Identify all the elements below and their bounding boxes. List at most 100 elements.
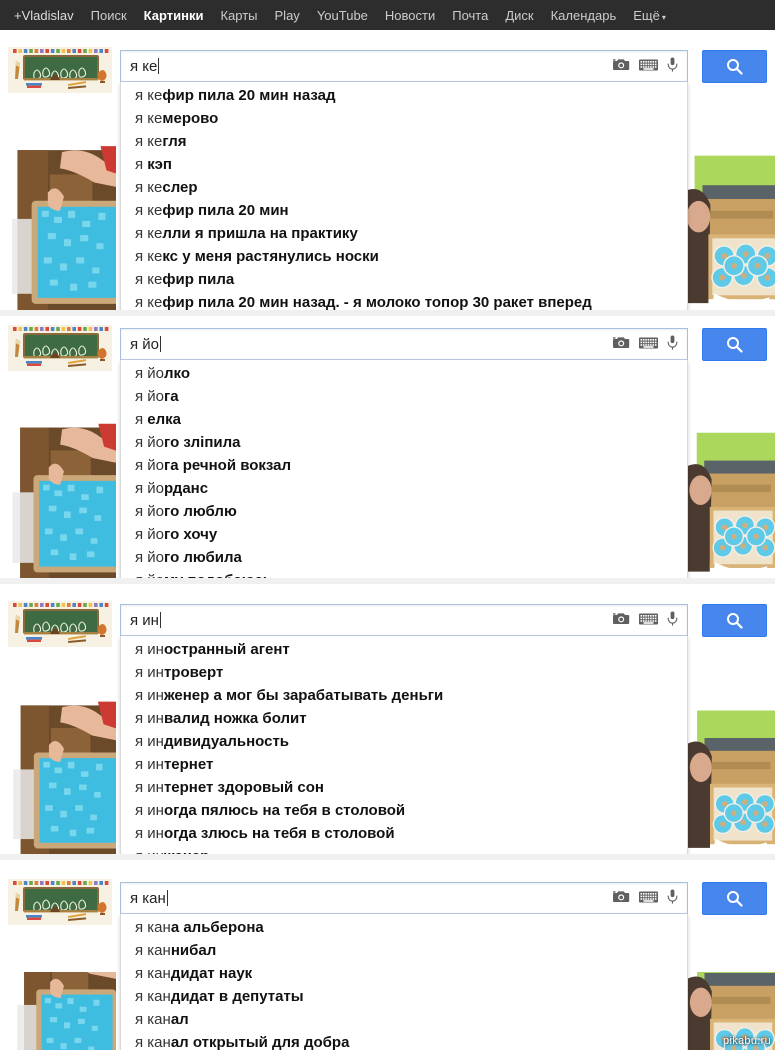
suggestion-item[interactable]: я елка [121, 408, 687, 431]
suggestion-prefix: я йо [135, 480, 165, 497]
result-thumbnail-right[interactable] [688, 140, 775, 312]
nav-item-5[interactable]: YouTube [317, 8, 368, 23]
suggestion-item[interactable]: я кекс у меня растянулись носки [121, 245, 687, 268]
nav-item-1[interactable]: Поиск [91, 8, 127, 23]
suggestion-item[interactable]: я иногда пялюсь на тебя в столовой [121, 799, 687, 822]
camera-icon [613, 613, 630, 624]
nav-item-9[interactable]: Календарь [551, 8, 617, 23]
suggestion-item[interactable]: я йога [121, 385, 687, 408]
nav-item-7[interactable]: Почта [452, 8, 488, 23]
nav-item-10[interactable]: Ещё ▾ [633, 8, 666, 23]
suggestion-item[interactable]: я иностранный агент [121, 638, 687, 661]
nav-item-8[interactable]: Диск [505, 8, 533, 23]
suggestion-completion: валид ножка болит [163, 710, 307, 727]
google-doodle-logo[interactable] [8, 879, 112, 925]
nav-item-0[interactable]: +Vladislav [14, 8, 74, 23]
suggestion-prefix: я йо [135, 457, 165, 474]
search-button[interactable] [702, 328, 767, 361]
search-input[interactable]: я ин [120, 604, 688, 636]
suggestion-completion: лли я пришла на практику [162, 225, 358, 242]
nav-item-2[interactable]: Картинки [144, 8, 204, 23]
microphone-icon[interactable] [667, 889, 678, 904]
google-doodle-logo[interactable] [8, 601, 112, 647]
suggestion-item[interactable]: я кэп [121, 153, 687, 176]
suggestion-item[interactable]: я його люблю [121, 500, 687, 523]
suggestion-item[interactable]: я кана альберона [121, 916, 687, 939]
suggestion-item[interactable]: я интернет здоровый сон [121, 776, 687, 799]
suggestion-item[interactable]: я кегля [121, 130, 687, 153]
suggestion-item[interactable]: я инженер а мог бы зарабатывать деньги [121, 684, 687, 707]
nav-item-4[interactable]: Play [275, 8, 300, 23]
suggestion-item[interactable]: я каннибал [121, 939, 687, 962]
suggestion-item[interactable]: я кеслер [121, 176, 687, 199]
suggestion-item[interactable]: я канал [121, 1008, 687, 1031]
suggestion-item[interactable]: я индивидуальность [121, 730, 687, 753]
search-button[interactable] [702, 882, 767, 915]
suggestion-item[interactable]: я келли я пришла на практику [121, 222, 687, 245]
google-doodle-logo[interactable] [8, 47, 112, 93]
result-thumbnail-right[interactable] [688, 696, 775, 856]
suggestion-item[interactable]: я канал открытый для добра [121, 1031, 687, 1050]
chevron-down-icon: ▾ [661, 12, 666, 22]
search-input-value: я ин [130, 612, 161, 629]
microphone-icon[interactable] [667, 57, 678, 72]
nav-item-label: Картинки [143, 7, 204, 23]
suggestion-item[interactable]: я його любила [121, 546, 687, 569]
suggestion-completion: кэп [147, 156, 172, 173]
suggestion-prefix: я ке [135, 87, 163, 104]
search-input[interactable]: я ке [120, 50, 688, 82]
keyboard-icon [639, 59, 658, 70]
suggestion-completion: огда пялюсь на тебя в столовой [163, 802, 406, 819]
suggestion-item[interactable]: я йорданс [121, 477, 687, 500]
camera-icon[interactable] [613, 336, 630, 349]
camera-icon[interactable] [613, 58, 630, 71]
suggestion-item[interactable]: я кефир пила 20 мин назад. - я молоко то… [121, 291, 687, 312]
result-thumbnail-left[interactable] [12, 972, 116, 1050]
suggestion-item[interactable]: я кефир пила [121, 268, 687, 291]
keyboard-icon[interactable] [639, 59, 658, 71]
suggestion-item[interactable]: я инвалид ножка болит [121, 707, 687, 730]
result-thumbnail-left[interactable] [12, 696, 116, 856]
search-button[interactable] [702, 604, 767, 637]
suggestion-completion: троверт [163, 664, 224, 681]
nav-item-3[interactable]: Карты [220, 8, 257, 23]
suggestion-item[interactable]: я интроверт [121, 661, 687, 684]
search-button[interactable] [702, 50, 767, 83]
suggestion-item[interactable]: я кандидат в депутаты [121, 985, 687, 1008]
suggestion-item[interactable]: я кемерово [121, 107, 687, 130]
search-input[interactable]: я кан [120, 882, 688, 914]
suggestion-item[interactable]: я йолко [121, 362, 687, 385]
keyboard-icon[interactable] [639, 891, 658, 903]
suggestion-prefix: я ин [135, 756, 164, 773]
nav-item-label: Карты [220, 7, 258, 23]
suggestion-completion: фир пила 20 мин назад [162, 87, 336, 104]
suggestion-item[interactable]: я його хочу [121, 523, 687, 546]
camera-icon[interactable] [613, 890, 630, 903]
suggestion-item[interactable]: я кефир пила 20 мин назад [121, 84, 687, 107]
result-thumbnail-left[interactable] [12, 140, 116, 312]
suggestion-item[interactable]: я кандидат наук [121, 962, 687, 985]
microphone-icon[interactable] [667, 611, 678, 626]
suggestion-item[interactable]: я иногда злюсь на тебя в столовой [121, 822, 687, 845]
nav-item-label: Календарь [550, 7, 617, 23]
suggestion-item[interactable]: я интернет [121, 753, 687, 776]
suggestion-prefix: я йо [135, 365, 165, 382]
result-thumbnail-left[interactable] [12, 418, 116, 580]
suggestion-item[interactable]: я його зліпила [121, 431, 687, 454]
google-doodle-school-chalkboard [8, 325, 112, 371]
microphone-icon[interactable] [667, 335, 678, 350]
suggestion-completion: дидат наук [170, 965, 253, 982]
suggestion-prefix: я ке [135, 110, 163, 127]
google-doodle-logo[interactable] [8, 325, 112, 371]
search-screenshot-block-ke: я ке я кефир пила 20 мин назад я кемерово я… [0, 30, 775, 312]
result-thumbnail-right[interactable] [688, 418, 775, 580]
search-input[interactable]: я йо [120, 328, 688, 360]
nav-item-6[interactable]: Новости [385, 8, 435, 23]
nav-item-label: Новости [384, 7, 436, 23]
keyboard-icon[interactable] [639, 337, 658, 349]
suggestion-item[interactable]: я кефир пила 20 мин [121, 199, 687, 222]
camera-icon[interactable] [613, 612, 630, 625]
suggestion-prefix: я ке [135, 133, 163, 150]
keyboard-icon[interactable] [639, 613, 658, 625]
suggestion-item[interactable]: я йога речной вокзал [121, 454, 687, 477]
